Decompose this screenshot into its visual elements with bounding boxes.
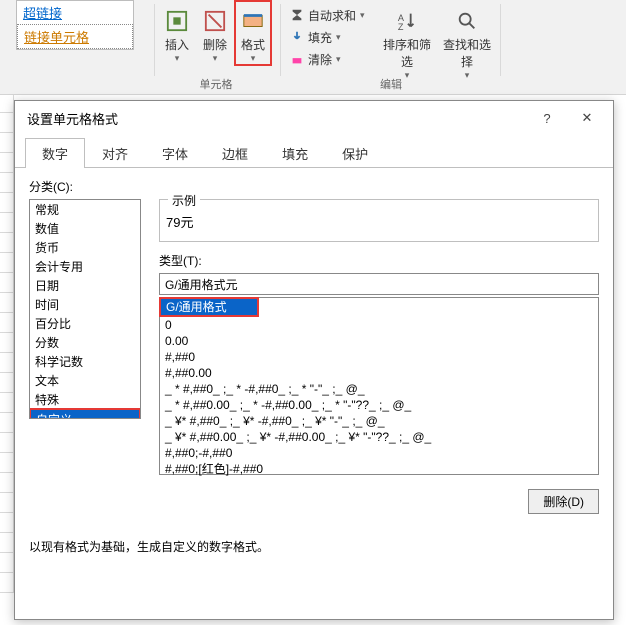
ribbon-divider <box>500 4 501 76</box>
delete-cells-button[interactable]: 删除 ▾ <box>196 0 234 64</box>
tab-font[interactable]: 字体 <box>145 138 205 168</box>
chevron-down-icon: ▾ <box>236 53 270 64</box>
sample-groupbox: 示例 79元 <box>159 199 599 242</box>
type-listbox[interactable]: G/通用格式 0 0.00 #,##0 #,##0.00 _ * #,##0_ … <box>159 297 599 475</box>
chevron-down-icon: ▾ <box>336 54 341 65</box>
category-item[interactable]: 货币 <box>30 238 140 257</box>
type-list-item[interactable]: 0 <box>160 317 598 333</box>
find-select-button[interactable]: 查找和选择 ▾ <box>438 0 496 81</box>
ribbon-divider <box>280 4 281 76</box>
sample-value: 79元 <box>166 204 592 231</box>
hyperlink-style-item[interactable]: 超链接 <box>17 1 133 24</box>
category-item[interactable]: 会计专用 <box>30 257 140 276</box>
insert-cells-button[interactable]: 插入 ▾ <box>158 0 196 64</box>
category-item[interactable]: 常规 <box>30 200 140 219</box>
type-list-item[interactable]: #,##0.00 <box>160 365 598 381</box>
close-icon: ✕ <box>582 110 593 126</box>
fill-button[interactable]: 填充 ▾ <box>286 26 376 48</box>
delete-format-button[interactable]: 删除(D) <box>528 489 599 514</box>
category-item[interactable]: 文本 <box>30 371 140 390</box>
category-item[interactable]: 时间 <box>30 295 140 314</box>
search-icon <box>456 10 478 32</box>
hyperlink-style-list[interactable]: 超链接 链接单元格 <box>16 0 134 50</box>
type-list-item[interactable]: _ * #,##0_ ;_ * -#,##0_ ;_ * "-"_ ;_ @_ <box>160 381 598 397</box>
sample-label: 示例 <box>168 192 200 209</box>
type-list-item[interactable]: _ ¥* #,##0.00_ ;_ ¥* -#,##0.00_ ;_ ¥* "-… <box>160 429 598 445</box>
chevron-down-icon: ▾ <box>196 53 234 64</box>
dialog-tabs: 数字 对齐 字体 边框 填充 保护 <box>15 137 613 168</box>
tab-protection[interactable]: 保护 <box>325 138 385 168</box>
category-item[interactable]: 分数 <box>30 333 140 352</box>
category-item-custom[interactable]: 自定义 <box>31 410 139 419</box>
help-button[interactable]: ? <box>527 104 567 132</box>
tab-border[interactable]: 边框 <box>205 138 265 168</box>
category-label: 分类(C): <box>29 178 599 195</box>
type-list-item[interactable]: 0.00 <box>160 333 598 349</box>
tab-alignment[interactable]: 对齐 <box>85 138 145 168</box>
type-list-item[interactable]: #,##0;-#,##0 <box>160 445 598 461</box>
dialog-titlebar: 设置单元格格式 ? ✕ <box>15 101 613 135</box>
format-cells-dialog: 设置单元格格式 ? ✕ 数字 对齐 字体 边框 填充 保护 分类(C): 常规 … <box>14 100 614 620</box>
category-item[interactable]: 科学记数 <box>30 352 140 371</box>
sigma-icon <box>290 8 304 22</box>
svg-text:Z: Z <box>398 22 404 32</box>
type-list-item[interactable]: _ ¥* #,##0_ ;_ ¥* -#,##0_ ;_ ¥* "-"_ ;_ … <box>160 413 598 429</box>
type-list-item[interactable]: #,##0;[红色]-#,##0 <box>160 461 598 477</box>
tab-fill[interactable]: 填充 <box>265 138 325 168</box>
footer-note: 以现有格式为基础，生成自定义的数字格式。 <box>29 538 599 555</box>
close-button[interactable]: ✕ <box>567 104 607 132</box>
type-list-item[interactable]: G/通用格式 <box>161 299 257 315</box>
sheet-gridlines <box>0 93 14 625</box>
category-item[interactable]: 特殊 <box>30 390 140 409</box>
dialog-title: 设置单元格格式 <box>27 109 118 128</box>
insert-cells-icon <box>166 10 188 32</box>
sort-filter-button[interactable]: AZ 排序和筛选 ▾ <box>378 0 436 81</box>
type-input[interactable] <box>159 273 599 295</box>
sort-icon: AZ <box>396 10 418 32</box>
chevron-down-icon: ▾ <box>360 10 365 21</box>
cells-group-label: 单元格 <box>158 76 274 92</box>
category-listbox[interactable]: 常规 数值 货币 会计专用 日期 时间 百分比 分数 科学记数 文本 特殊 自定… <box>29 199 141 419</box>
type-list-item[interactable]: _ * #,##0.00_ ;_ * -#,##0.00_ ;_ * "-"??… <box>160 397 598 413</box>
type-list-item[interactable]: #,##0 <box>160 349 598 365</box>
ribbon-divider <box>154 4 155 76</box>
format-cells-icon <box>242 10 264 32</box>
help-icon: ? <box>543 111 550 126</box>
category-item[interactable]: 日期 <box>30 276 140 295</box>
format-cells-button[interactable]: 格式 ▾ <box>234 0 272 66</box>
chevron-down-icon: ▾ <box>336 32 341 43</box>
ribbon: 超链接 链接单元格 插入 ▾ 删除 ▾ 格式 ▾ 单元格 自动求和 ▾ 填充 <box>0 0 626 95</box>
autosum-button[interactable]: 自动求和 ▾ <box>286 4 376 26</box>
clear-button[interactable]: 清除 ▾ <box>286 48 376 70</box>
linked-cell-style-item[interactable]: 链接单元格 <box>17 24 133 49</box>
category-item[interactable]: 百分比 <box>30 314 140 333</box>
editing-group-label: 编辑 <box>286 76 496 92</box>
delete-cells-icon <box>204 10 226 32</box>
tab-number[interactable]: 数字 <box>25 138 85 168</box>
type-label: 类型(T): <box>159 252 599 269</box>
chevron-down-icon: ▾ <box>158 53 196 64</box>
fill-down-icon <box>290 30 304 44</box>
eraser-icon <box>290 52 304 66</box>
category-item[interactable]: 数值 <box>30 219 140 238</box>
